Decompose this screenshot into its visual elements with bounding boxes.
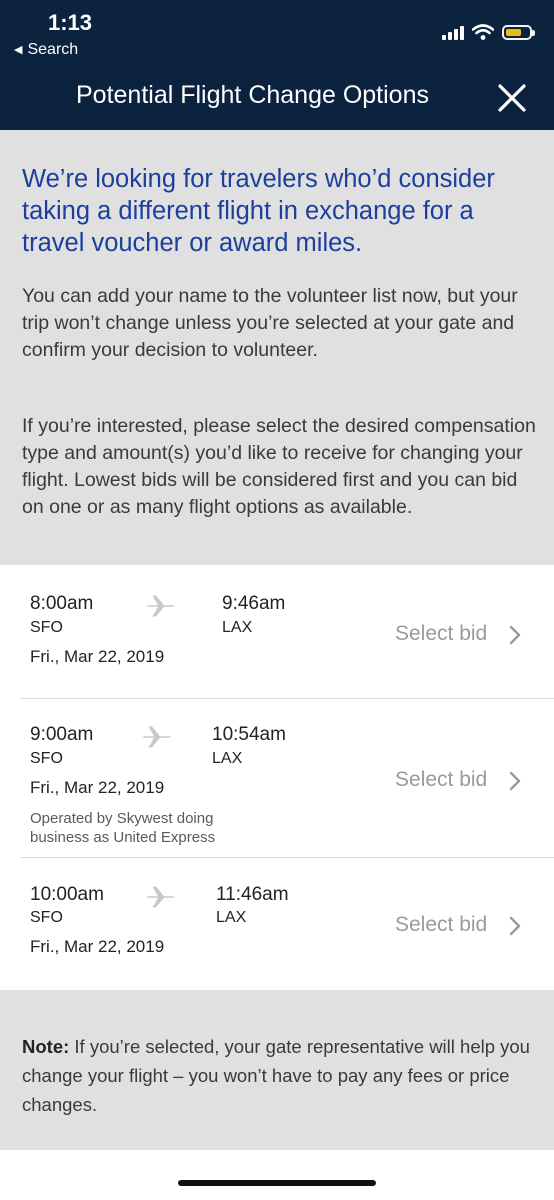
intro-paragraph-2: If you’re interested, please select the … <box>22 415 536 518</box>
battery-icon <box>502 25 535 40</box>
destination-code: LAX <box>212 750 243 767</box>
depart-time: 9:00am <box>30 724 94 745</box>
intro-headline: We’re looking for travelers who’d consid… <box>22 165 495 257</box>
note-body: If you’re selected, your gate representa… <box>22 1036 530 1115</box>
arrive-time: 9:46am <box>222 593 286 614</box>
arrive-time: 10:54am <box>212 724 286 745</box>
arrive-time: 11:46am <box>216 884 289 905</box>
note-text: Note: If you’re selected, your gate repr… <box>22 1032 537 1119</box>
airplane-icon <box>146 595 175 617</box>
note-section: Note: If you’re selected, your gate repr… <box>0 990 554 1150</box>
chevron-right-icon <box>509 771 521 791</box>
back-arrow-icon: ◀ <box>14 44 23 56</box>
intro-section: We’re looking for travelers who’d consid… <box>0 130 554 565</box>
back-to-search-link[interactable]: ◀ Search <box>14 41 78 59</box>
depart-time: 10:00am <box>30 884 104 905</box>
status-icons <box>442 24 535 40</box>
origin-code: SFO <box>30 750 63 767</box>
flight-option-3[interactable]: 10:00am SFO 11:46am LAX Fri., Mar 22, 20… <box>0 858 554 990</box>
select-bid-button[interactable]: Select bid <box>395 768 487 792</box>
flight-date: Fri., Mar 22, 2019 <box>30 647 165 666</box>
status-time: 1:13 <box>48 10 93 35</box>
chevron-right-icon <box>509 625 521 645</box>
flight-date: Fri., Mar 22, 2019 <box>30 778 165 797</box>
select-bid-button[interactable]: Select bid <box>395 622 487 646</box>
airplane-icon <box>146 886 175 908</box>
flight-option-1[interactable]: 8:00am SFO 9:46am LAX Fri., Mar 22, 2019… <box>0 565 554 698</box>
page-title: Potential Flight Change Options <box>76 81 429 109</box>
home-indicator[interactable] <box>178 1180 376 1186</box>
intro-paragraph-1: You can add your name to the volunteer l… <box>22 285 518 361</box>
cellular-signal-icon <box>442 26 464 40</box>
destination-code: LAX <box>222 619 253 636</box>
flight-option-2[interactable]: 9:00am SFO 10:54am LAX Fri., Mar 22, 201… <box>0 699 554 857</box>
close-icon[interactable] <box>496 82 528 114</box>
header-bar: 1:13 ◀ Search Potential Flight Change Opt… <box>0 0 554 130</box>
operator-note: Operated by Skywest doing business as Un… <box>30 810 216 846</box>
chevron-right-icon <box>509 916 521 936</box>
wifi-icon <box>472 24 494 40</box>
note-label: Note: <box>22 1036 70 1057</box>
back-label: Search <box>27 41 79 58</box>
destination-code: LAX <box>216 909 247 926</box>
origin-code: SFO <box>30 619 63 636</box>
origin-code: SFO <box>30 909 63 926</box>
airplane-icon <box>142 726 171 748</box>
flight-date: Fri., Mar 22, 2019 <box>30 937 165 956</box>
select-bid-button[interactable]: Select bid <box>395 913 487 937</box>
depart-time: 8:00am <box>30 593 94 614</box>
